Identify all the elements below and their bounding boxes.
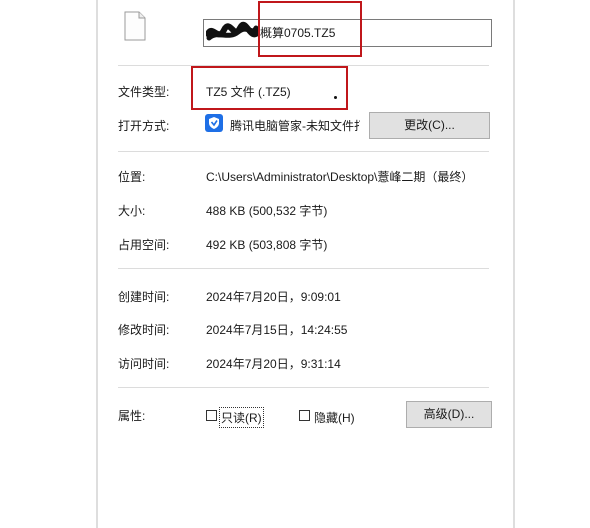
file-icon bbox=[124, 11, 146, 41]
size-value: 488 KB (500,532 字节) bbox=[206, 204, 328, 218]
hidden-checkbox-label[interactable]: 隐藏(H) bbox=[314, 409, 355, 426]
highlight-box-filetype bbox=[191, 66, 348, 110]
accessed-label: 访问时间: bbox=[118, 357, 170, 371]
background-left bbox=[0, 0, 96, 528]
accessed-value: 2024年7月20日，9:31:14 bbox=[206, 357, 341, 371]
location-value: C:\Users\Administrator\Desktop\薏峰二期（最终） bbox=[206, 170, 474, 184]
readonly-checkbox[interactable] bbox=[206, 410, 217, 421]
separator bbox=[118, 151, 489, 152]
file-type-label: 文件类型: bbox=[118, 85, 170, 99]
opens-with-label: 打开方式: bbox=[118, 119, 170, 133]
background-right bbox=[515, 0, 590, 528]
highlight-box-filename bbox=[258, 1, 362, 57]
modified-value: 2024年7月15日，14:24:55 bbox=[206, 323, 348, 337]
tencent-pc-manager-icon bbox=[205, 114, 223, 132]
change-button[interactable]: 更改(C)... bbox=[369, 112, 490, 139]
disk-size-value: 492 KB (503,808 字节) bbox=[206, 238, 328, 252]
opens-with-app-name: 腾讯电脑管家-未知文件打开助手 bbox=[230, 119, 360, 133]
created-value: 2024年7月20日，9:09:01 bbox=[206, 290, 341, 304]
redaction-scribble bbox=[206, 21, 260, 41]
created-label: 创建时间: bbox=[118, 290, 170, 304]
dialog-border-right bbox=[513, 0, 515, 528]
separator bbox=[118, 387, 489, 388]
readonly-checkbox-label[interactable]: 只读(R) bbox=[219, 407, 264, 428]
separator bbox=[118, 268, 489, 269]
disk-size-label: 占用空间: bbox=[118, 238, 170, 252]
hidden-checkbox[interactable] bbox=[299, 410, 310, 421]
size-label: 大小: bbox=[118, 204, 146, 218]
location-label: 位置: bbox=[118, 170, 146, 184]
attributes-label: 属性: bbox=[118, 409, 146, 423]
modified-label: 修改时间: bbox=[118, 323, 170, 337]
advanced-button[interactable]: 高级(D)... bbox=[406, 401, 492, 428]
